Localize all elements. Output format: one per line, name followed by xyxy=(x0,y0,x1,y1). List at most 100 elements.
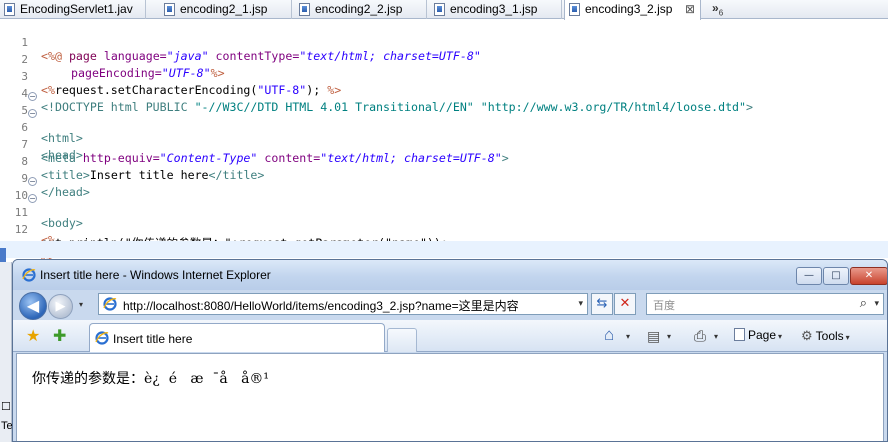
panel-fragment-icon: ☐ xyxy=(1,401,11,413)
dropdown-arrow-icon: ▾ xyxy=(778,332,783,341)
search-options-dropdown-icon[interactable]: ▾ xyxy=(874,299,879,309)
overflow-chevron-icon: » xyxy=(712,1,719,15)
address-bar[interactable]: http://localhost:8080/HelloWorld/items/e… xyxy=(98,293,588,315)
editor-tab-encoding3-1[interactable]: encoding3_1.jsp xyxy=(430,0,562,19)
url-text: http://localhost:8080/HelloWorld/items/e… xyxy=(123,299,459,313)
home-dropdown-icon[interactable]: ▾ xyxy=(624,328,630,342)
history-dropdown-icon[interactable]: ▾ xyxy=(79,300,83,309)
dropdown-arrow-icon: ▾ xyxy=(667,332,672,341)
tools-menu-button[interactable]: ⚙ Tools ▾ xyxy=(801,328,850,344)
side-panel-fragment: ☐ Te xyxy=(0,262,13,442)
code-line: 9 </head> xyxy=(0,156,888,199)
fold-toggle-icon[interactable]: − xyxy=(28,194,37,203)
tools-menu-label: Tools xyxy=(815,329,844,343)
command-bar: ★ ✚ Insert title here ⌂ ▾ ▤ ▾ ⎙ ▾ Page ▾ … xyxy=(13,320,887,352)
editor-tab-encoding2-2[interactable]: encoding2_2.jsp xyxy=(295,0,427,19)
fold-toggle-icon[interactable]: − xyxy=(28,109,37,118)
ie-page-icon xyxy=(103,297,117,311)
tab-title: Insert title here xyxy=(113,332,193,346)
page-output-text: 你传递的参数是：è¿ é æ ¯å å®¹ xyxy=(32,371,270,387)
navigation-bar: ◀ ▶ ▾ http://localhost:8080/HelloWorld/i… xyxy=(13,290,887,320)
print-dropdown-icon[interactable]: ▾ xyxy=(712,328,718,342)
close-tab-icon[interactable]: ⊠ xyxy=(685,0,695,18)
page-menu-button[interactable]: Page ▾ xyxy=(734,328,782,342)
jsp-file-icon xyxy=(569,3,580,16)
forward-arrow-icon: ▶ xyxy=(55,299,66,314)
browser-tab-active[interactable]: Insert title here xyxy=(89,323,385,352)
editor-tab-label: encoding3_2.jsp xyxy=(585,2,673,16)
ie-logo-icon xyxy=(22,268,36,282)
minimize-button[interactable]: — xyxy=(796,267,822,285)
home-icon[interactable]: ⌂ xyxy=(604,325,614,345)
new-tab-button[interactable] xyxy=(387,328,417,352)
feeds-icon[interactable]: ▤ xyxy=(647,328,660,345)
fold-toggle-icon[interactable]: − xyxy=(28,92,37,101)
code-editor: EncodingServlet1.jav encoding2_1.jsp enc… xyxy=(0,0,888,270)
editor-tab-label: encoding2_1.jsp xyxy=(180,2,268,16)
feeds-dropdown-icon[interactable]: ▾ xyxy=(665,328,671,342)
code-line: 11 − <% xyxy=(0,190,888,247)
address-dropdown-icon[interactable]: ▾ xyxy=(578,299,583,309)
browser-window: Insert title here - Windows Internet Exp… xyxy=(12,259,888,442)
editor-tab-encoding3-2[interactable]: encoding3_2.jsp ⊠ xyxy=(564,0,701,20)
print-icon[interactable]: ⎙ xyxy=(694,328,706,345)
page-icon xyxy=(734,328,745,341)
fold-toggle-icon[interactable]: − xyxy=(28,177,37,186)
code-line: 12 out.println("你传递的参数是："+request.getPar… xyxy=(0,207,888,250)
code-line: 6 − <head> xyxy=(0,105,888,162)
stop-button[interactable]: ✕ xyxy=(614,293,636,315)
editor-tab-bar: EncodingServlet1.jav encoding2_1.jsp enc… xyxy=(0,0,888,20)
address-url[interactable]: http://localhost:8080/HelloWorld/items/e… xyxy=(123,297,519,314)
back-button[interactable]: ◀ xyxy=(19,292,47,320)
close-window-button[interactable]: ✕ xyxy=(850,267,887,285)
url-param-text: 这里是内容 xyxy=(458,299,519,313)
refresh-button[interactable]: ⇆ xyxy=(591,293,613,315)
maximize-button[interactable]: □ xyxy=(823,267,849,285)
code-line: 3 <%request.setCharacterEncoding("UTF-8"… xyxy=(0,54,888,97)
gear-icon: ⚙ xyxy=(801,328,813,343)
search-box[interactable]: 百度 ⌕ ▾ xyxy=(646,293,884,315)
code-area[interactable]: 1 <%@ page language="java" contentType="… xyxy=(0,20,888,270)
maximize-icon: □ xyxy=(831,270,841,281)
code-line: 1 <%@ page language="java" contentType="… xyxy=(0,20,888,63)
dropdown-arrow-icon: ▾ xyxy=(845,333,850,342)
panel-fragment-label: Te xyxy=(1,420,13,432)
ie-page-icon xyxy=(95,331,109,345)
editor-tab-encoding2-1[interactable]: encoding2_1.jsp xyxy=(160,0,292,19)
annotation-marker xyxy=(0,248,6,262)
search-provider-label: 百度 xyxy=(653,299,675,312)
code-line: 7 <meta http-equiv="Content-Type" conten… xyxy=(0,122,888,165)
stop-icon: ✕ xyxy=(619,296,631,311)
page-menu-label: Page xyxy=(748,328,777,342)
code-line: 8 <title>Insert title here</title> xyxy=(0,139,888,182)
back-arrow-icon: ◀ xyxy=(26,296,40,315)
editor-tab-label: EncodingServlet1.jav xyxy=(20,2,133,16)
browser-title-bar[interactable]: Insert title here - Windows Internet Exp… xyxy=(13,260,887,290)
jsp-file-icon xyxy=(434,3,445,16)
dropdown-arrow-icon: ▾ xyxy=(714,332,719,341)
code-line: 13 %> xyxy=(0,224,888,267)
editor-tab-label: encoding3_1.jsp xyxy=(450,2,538,16)
window-title: Insert title here - Windows Internet Exp… xyxy=(40,268,271,282)
editor-tab-encodingservlet1[interactable]: EncodingServlet1.jav xyxy=(0,0,146,19)
java-file-icon xyxy=(4,3,15,16)
add-favorite-icon[interactable]: ✚ xyxy=(53,326,66,345)
refresh-icon: ⇆ xyxy=(596,296,608,311)
forward-button[interactable]: ▶ xyxy=(48,294,73,319)
minimize-icon: — xyxy=(804,270,814,281)
code-line: 10 − <body> xyxy=(0,173,888,230)
editor-tab-label: encoding2_2.jsp xyxy=(315,2,403,16)
code-line: 4 <!DOCTYPE html PUBLIC "-//W3C//DTD HTM… xyxy=(0,71,888,114)
code-line: 5 − <html> xyxy=(0,88,888,145)
search-icon[interactable]: ⌕ xyxy=(860,296,867,311)
jsp-file-icon xyxy=(299,3,310,16)
jsp-file-icon xyxy=(164,3,175,16)
favorites-star-icon[interactable]: ★ xyxy=(26,326,40,345)
code-line-current: 14 xyxy=(0,241,888,270)
tab-overflow-button[interactable]: »6 xyxy=(712,1,723,17)
dropdown-arrow-icon: ▾ xyxy=(626,332,631,341)
page-content: 你传递的参数是：è¿ é æ ¯å å®¹ xyxy=(16,353,884,441)
code-line: 2 pageEncoding="UTF-8"%> xyxy=(0,37,888,80)
close-icon: ✕ xyxy=(864,270,874,281)
overflow-count: 6 xyxy=(718,8,724,18)
